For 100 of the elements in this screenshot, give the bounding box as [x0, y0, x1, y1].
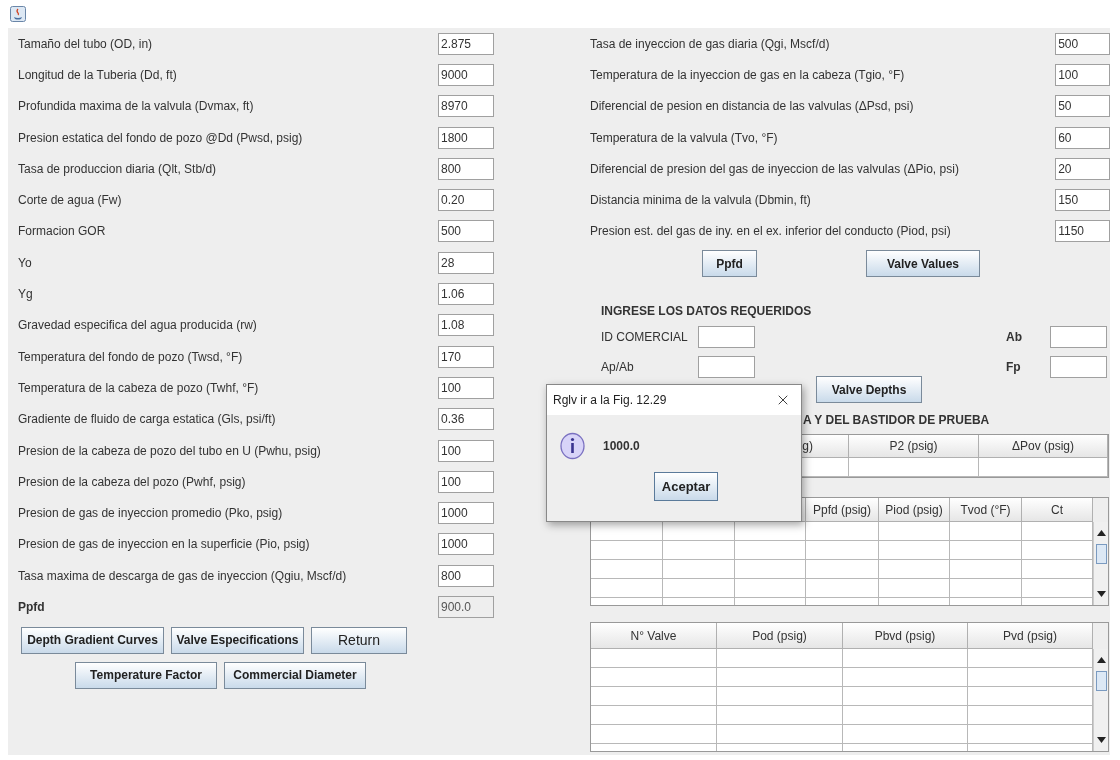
- field-label: Diferencial de presion del gas de inyeccion de las valvulas (ΔPio, psi): [590, 160, 960, 178]
- field-label: Fp: [1006, 359, 1022, 377]
- column-header: Pod (psig): [752, 627, 807, 645]
- input-field[interactable]: 1150: [1055, 220, 1110, 243]
- up-arrow-icon[interactable]: [1096, 657, 1106, 664]
- input-field[interactable]: 1000: [438, 533, 494, 556]
- table-cell: [591, 579, 663, 599]
- input-field[interactable]: 20: [1055, 157, 1110, 180]
- field-label: Presion de la cabeza de pozo del tubo en U (Pwhu, psig): [18, 442, 322, 460]
- field-label: Presion de gas de inyeccion promedio (Pko, psig): [18, 505, 284, 523]
- column-header: Ppfd (psig): [813, 501, 871, 519]
- table-cell: [950, 541, 1022, 561]
- scroll-thumb[interactable]: [1095, 671, 1107, 692]
- column-header: g): [802, 438, 813, 456]
- table-cell: [735, 541, 806, 561]
- dialog-message: 1000.0: [603, 438, 640, 455]
- input-field[interactable]: 170: [438, 345, 494, 368]
- input-field[interactable]: 60: [1055, 126, 1110, 149]
- field-label: Distancia minima de la valvula (Dbmin, ft): [590, 192, 812, 210]
- input-field[interactable]: [698, 326, 755, 349]
- field-label: Yo: [18, 254, 33, 272]
- action-button[interactable]: Valve Values: [866, 250, 980, 278]
- input-field[interactable]: 800: [438, 157, 494, 180]
- dialog-title: Rglv ir a la Fig. 12.29: [553, 392, 667, 409]
- column-header: Pvd (psig): [1003, 627, 1057, 645]
- input-field[interactable]: 1000: [438, 502, 494, 525]
- table-cell: [663, 560, 735, 580]
- field-label: Ab: [1006, 329, 1023, 347]
- table-cell: [879, 541, 950, 561]
- input-field[interactable]: 100: [438, 376, 494, 399]
- column-header: Pbvd (psig): [874, 627, 936, 645]
- input-field[interactable]: 0.20: [438, 189, 494, 212]
- input-field[interactable]: 1.08: [438, 314, 494, 337]
- field-label: Ap/Ab: [601, 359, 635, 377]
- column-header: P2 (psig): [889, 438, 938, 456]
- input-field[interactable]: 500: [1055, 32, 1110, 55]
- field-label: Diferencial de pesion en distancia de las valvulas (ΔPsd, psi): [590, 98, 915, 116]
- input-field[interactable]: 100: [438, 470, 494, 493]
- down-arrow-icon[interactable]: [1096, 591, 1106, 598]
- column-header: Tvod (°F): [960, 501, 1011, 519]
- down-arrow-icon[interactable]: [1096, 737, 1106, 744]
- input-field[interactable]: [1050, 356, 1107, 379]
- field-label: Temperatura de la inyeccion de gas en la cabeza (Tgio, °F): [590, 66, 906, 84]
- app-icon: [10, 6, 26, 22]
- up-arrow-icon[interactable]: [1096, 530, 1106, 537]
- table-cell: [591, 541, 663, 561]
- field-label: Corte de agua (Fw): [18, 192, 123, 210]
- field-label: Gravedad especifica del agua producida (rw): [18, 317, 258, 335]
- field-label: Tamaño del tubo (OD, in): [18, 35, 154, 53]
- field-label: Tasa maxima de descarga de gas de inyeccion (Qgiu, Mscf/d): [18, 567, 348, 585]
- input-field[interactable]: 0.36: [438, 408, 494, 431]
- field-label: Temperatura de la cabeza de pozo (Twhf, °F): [18, 379, 260, 397]
- action-button[interactable]: Valve Depths: [816, 376, 922, 404]
- action-button[interactable]: Commercial Diameter: [224, 661, 366, 689]
- scroll-thumb[interactable]: [1095, 544, 1107, 565]
- input-field[interactable]: 150: [1055, 189, 1110, 212]
- input-field[interactable]: 8970: [438, 95, 494, 118]
- scroll-bar[interactable]: [1093, 522, 1108, 606]
- input-field[interactable]: [698, 356, 755, 379]
- field-label: Ppfd: [18, 599, 46, 616]
- field-label: Temperatura del fondo de pozo (Twsd, °F): [18, 348, 244, 366]
- table-cell: [663, 579, 735, 599]
- action-button[interactable]: Valve Especifications: [171, 626, 304, 654]
- input-field[interactable]: 28: [438, 251, 494, 274]
- input-field[interactable]: 500: [438, 220, 494, 243]
- input-field[interactable]: 100: [438, 439, 494, 462]
- table-cell: [1022, 541, 1093, 561]
- field-label: Longitud de la Tuberia (Dd, ft): [18, 66, 178, 84]
- accept-button[interactable]: Aceptar: [654, 472, 718, 501]
- input-field[interactable]: 100: [1055, 63, 1110, 86]
- table-cell: [663, 541, 735, 561]
- field-label: Presion de la cabeza del pozo (Pwhf, psig): [18, 473, 247, 491]
- field-label: Tasa de inyeccion de gas diaria (Qgi, Mscf/d): [590, 35, 831, 53]
- action-button[interactable]: Ppfd: [702, 250, 757, 278]
- table-cell: [950, 560, 1022, 580]
- table-cell: [879, 560, 950, 580]
- action-button[interactable]: Depth Gradient Curves: [21, 626, 164, 654]
- section-heading: A Y DEL BASTIDOR DE PRUEBA: [803, 412, 991, 428]
- input-field[interactable]: 9000: [438, 63, 494, 86]
- input-field[interactable]: 800: [438, 564, 494, 587]
- input-field[interactable]: 2.875: [438, 32, 494, 55]
- input-field[interactable]: 1.06: [438, 283, 494, 305]
- table-cell: [1022, 579, 1093, 599]
- input-field[interactable]: [1050, 326, 1107, 349]
- action-button[interactable]: Return: [311, 626, 407, 654]
- field-label: Temperatura de la valvula (Tvo, °F): [590, 129, 779, 147]
- field-label: Formacion GOR: [18, 223, 107, 241]
- table-cell: [1022, 560, 1093, 580]
- input-field[interactable]: 1800: [438, 126, 494, 149]
- field-label: Presion de gas de inyeccion en la superficie (Pio, psig): [18, 536, 311, 554]
- field-label: Yg: [18, 286, 34, 303]
- table-cell: [950, 579, 1022, 599]
- scroll-bar[interactable]: [1093, 649, 1108, 752]
- input-field[interactable]: 50: [1055, 95, 1110, 118]
- field-label: ID COMERCIAL: [601, 329, 689, 347]
- table-cell: [663, 522, 735, 542]
- info-icon: [560, 432, 585, 460]
- field-label: Presion estatica del fondo de pozo @Dd (Pwsd, psig): [18, 129, 304, 147]
- action-button[interactable]: Temperature Factor: [75, 661, 217, 689]
- field-label: Profundida maxima de la valvula (Dvmax, ft): [18, 98, 255, 116]
